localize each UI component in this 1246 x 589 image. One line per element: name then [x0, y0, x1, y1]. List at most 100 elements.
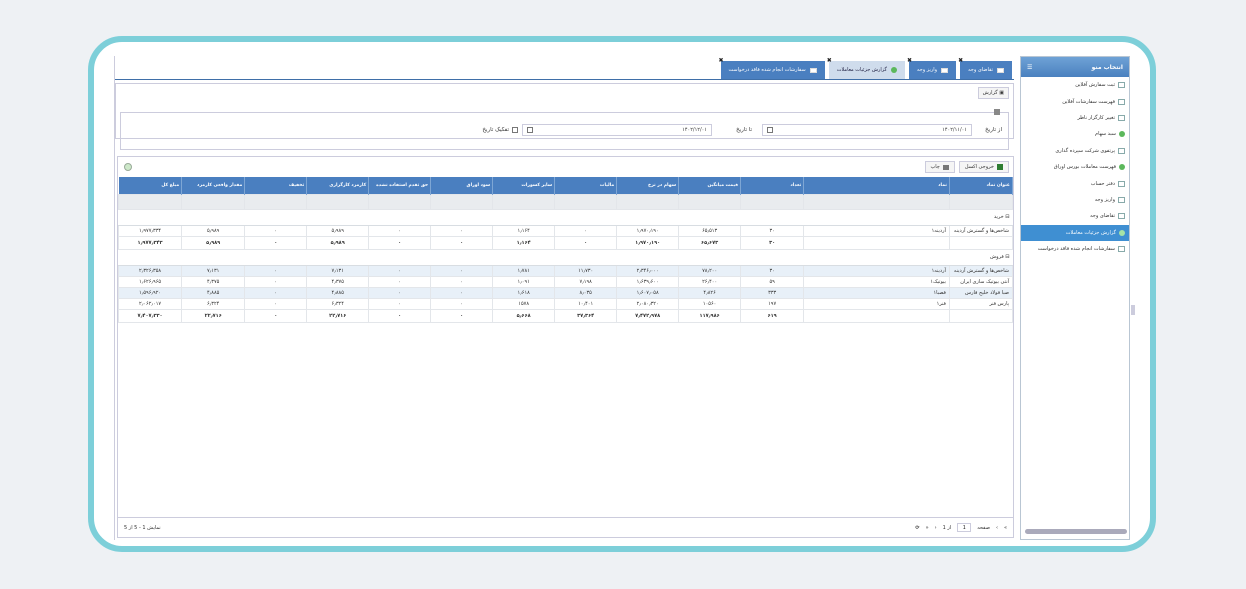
calendar-icon[interactable]	[767, 127, 773, 133]
collapse-group-icon[interactable]: ⊟	[1004, 254, 1009, 260]
table-cell: ۸٫۰۳۵	[554, 286, 618, 299]
table-cell: شاخص‌ها و گسترش آردینه	[948, 224, 1014, 237]
tab[interactable]: ✖ سفارشات انجام شده فاقد درخواست	[719, 57, 825, 79]
summary-row: ۳۰ ۶۵٫۶۷۳ ۱٫۹۷۰٫۱۹۰ ۰ ۱٫۱۶۴ ۰ ۰ ۵٫۹۸۹ ۰ ۵٫۹۸۹ ۱٫۹۷…	[117, 235, 1014, 250]
table-cell: ۳۳۳	[740, 286, 805, 299]
group-title: خرید	[993, 214, 1004, 220]
sidebar-item[interactable]: ثبت سفارش آفلاین	[1021, 77, 1129, 93]
group-row[interactable]: ⊟ خرید	[118, 209, 1013, 226]
column-header[interactable]: حق تقدم استفاده نشده	[368, 177, 432, 194]
filter-cell[interactable]	[492, 193, 556, 210]
table-cell: ۰	[368, 297, 432, 310]
close-icon[interactable]: ✖	[827, 57, 832, 64]
summary-cell	[948, 308, 1014, 323]
refresh-icon[interactable]	[124, 163, 132, 171]
separate-date-checkbox[interactable]	[512, 127, 518, 133]
summary-cell: ۰	[430, 308, 494, 323]
column-header[interactable]: سایر کسورات	[492, 177, 556, 194]
filter-cell[interactable]	[948, 193, 1014, 210]
excel-export-button[interactable]: خروجی اکسل	[958, 161, 1009, 173]
table-cell: ۷۸٫۲۰۰	[678, 264, 742, 277]
column-header[interactable]: قیمت میانگین	[678, 177, 742, 194]
from-date-field[interactable]: ۱۴۰۲/۱۱/۰۱	[762, 124, 972, 136]
column-header[interactable]: کارمزد کارگزاری	[306, 177, 370, 194]
sidebar-item[interactable]: فهرست معاملات بورس اوراق	[1021, 159, 1129, 175]
filter-cell[interactable]	[803, 193, 950, 210]
filter-cell[interactable]	[244, 193, 308, 210]
column-header[interactable]: سهام در نرخ	[616, 177, 680, 194]
table-row[interactable]: شاخص‌ها و گسترش آردینه آردینه۱ ۳۰ ۶۵٫۵۱۳ ۱٫۹…	[117, 224, 1014, 237]
table-cell: آنتی بیوتیک سازی ایران	[948, 275, 1014, 288]
main-content: ✖ تقاضای وجه ✖ واریز وجه ✖ گزارش جزئیات معامل…	[114, 56, 1014, 540]
collapse-icon[interactable]	[994, 109, 1000, 115]
table-cell: ۲٫۰۸۰٫۳۲۰	[616, 297, 680, 310]
column-header[interactable]: مالیات	[554, 177, 618, 194]
sidebar-item[interactable]: دفتر حساب	[1021, 175, 1129, 191]
sidebar-item[interactable]: سفارشات انجام شده فاقد درخواست	[1021, 241, 1129, 257]
column-header[interactable]: نماد	[803, 177, 950, 194]
collapse-group-icon[interactable]: ⊟	[1004, 214, 1009, 220]
sidebar-item[interactable]: پرتفوی شرکت سپرده گذاری	[1021, 143, 1129, 159]
tab[interactable]: ✖ گزارش جزئیات معاملات	[827, 57, 905, 79]
filter-cell[interactable]	[740, 193, 805, 210]
filter-cell[interactable]	[430, 193, 494, 210]
filter-cell[interactable]	[117, 193, 183, 210]
table-row[interactable]: آنتی بیوتیک سازی ایران بیوتیک۱ ۵۹ ۲۶٫۴۰۰ ۱٫۶…	[117, 275, 1014, 288]
card-icon	[997, 67, 1004, 73]
sidebar-item[interactable]: فهرست سفارشات آفلاین	[1021, 93, 1129, 109]
table-cell: ۱٫۹۷۰٫۱۹۰	[616, 224, 680, 237]
tab-label: تقاضای وجه	[968, 67, 993, 73]
filter-cell[interactable]	[368, 193, 432, 210]
calendar-icon[interactable]	[527, 127, 533, 133]
print-button[interactable]: چاپ	[924, 161, 955, 173]
table-row[interactable]: پارس فنر فنر۱ ۱۹۷ ۱۰۵۶۰ ۲٫۰۸۰٫۳۲۰ ۱۰٫۴۰۱ ۱۵۷۸ ۰…	[117, 297, 1014, 310]
next-page-icon[interactable]: ›	[996, 525, 998, 531]
tab[interactable]: ✖ تقاضای وجه	[958, 57, 1012, 79]
column-header[interactable]: تخفیف	[244, 177, 308, 194]
separate-date-option[interactable]: تفکیک تاریخ	[482, 127, 518, 133]
page-input[interactable]	[957, 523, 972, 532]
summary-cell: ۰	[368, 235, 432, 250]
sidebar-items: ثبت سفارش آفلاین فهرست سفارشات آفلاین تغیی…	[1021, 77, 1129, 257]
column-header[interactable]: تعداد	[740, 177, 805, 194]
sidebar-item[interactable]: تقاضای وجه	[1021, 208, 1129, 224]
table-row[interactable]: شاخص‌ها و گسترش آردینه آردینه۱ ۳۰ ۷۸٫۲۰۰ ۲٫۳…	[117, 264, 1014, 277]
table-cell: ۴٫۸۲۶	[678, 286, 742, 299]
tab-label: واریز وجه	[916, 67, 938, 73]
filter-cell[interactable]	[678, 193, 742, 210]
sidebar-item[interactable]: واریز وجه	[1021, 192, 1129, 208]
filter-cell[interactable]	[554, 193, 618, 210]
to-date-field[interactable]: ۱۴۰۲/۱۲/۰۱	[522, 124, 712, 136]
tab-label: سفارشات انجام شده فاقد درخواست	[728, 67, 806, 73]
filter-cell[interactable]	[616, 193, 680, 210]
excel-export-label: خروجی اکسل	[964, 164, 994, 170]
hamburger-icon[interactable]: ☰	[1027, 64, 1032, 71]
report-button[interactable]: ▣ گزارش	[977, 87, 1009, 99]
group-row[interactable]: ⊟ فروش	[118, 249, 1013, 266]
sidebar-scrollbar[interactable]	[1025, 529, 1127, 534]
collapse-handle[interactable]	[1131, 305, 1135, 315]
filter-cell[interactable]	[181, 193, 246, 210]
first-page-icon[interactable]: «	[926, 525, 929, 531]
tab[interactable]: ✖ واریز وجه	[907, 57, 957, 79]
table-row[interactable]: صبا فولاد خلیج فارس فصبا۱ ۳۳۳ ۴٫۸۲۶ ۱٫۶۰۷٫۰۵…	[117, 286, 1014, 299]
summary-cell: ۶۱۹	[740, 308, 805, 323]
last-page-icon[interactable]: »	[1004, 525, 1007, 531]
filter-cell[interactable]	[306, 193, 370, 210]
table-cell: ۱٫۶۰۷٫۰۵۸	[616, 286, 680, 299]
close-icon[interactable]: ✖	[958, 57, 963, 64]
sidebar-item[interactable]: سبد سهام	[1021, 126, 1129, 142]
column-header[interactable]: مقدار واقعی کارمزد	[181, 177, 246, 194]
check-circle-icon	[890, 67, 897, 73]
reload-icon[interactable]: ⟳	[915, 525, 919, 531]
app-window: انتخاب منو ☰ ثبت سفارش آفلاین فهرست سفارش…	[114, 56, 1135, 540]
sidebar-item[interactable]: گزارش جزئیات معاملات	[1021, 224, 1129, 241]
column-header[interactable]: سود اوراق	[430, 177, 494, 194]
sidebar-item[interactable]: تغییر کارگزار ناظر	[1021, 110, 1129, 126]
column-header[interactable]: عنوان نماد	[949, 177, 1014, 194]
prev-page-icon[interactable]: ‹	[935, 525, 937, 531]
close-icon[interactable]: ✖	[719, 57, 724, 64]
table-cell: ۲٫۰۶۲٫۰۱۷	[117, 297, 183, 310]
column-header[interactable]: مبلغ کل	[118, 177, 183, 194]
close-icon[interactable]: ✖	[907, 57, 912, 64]
